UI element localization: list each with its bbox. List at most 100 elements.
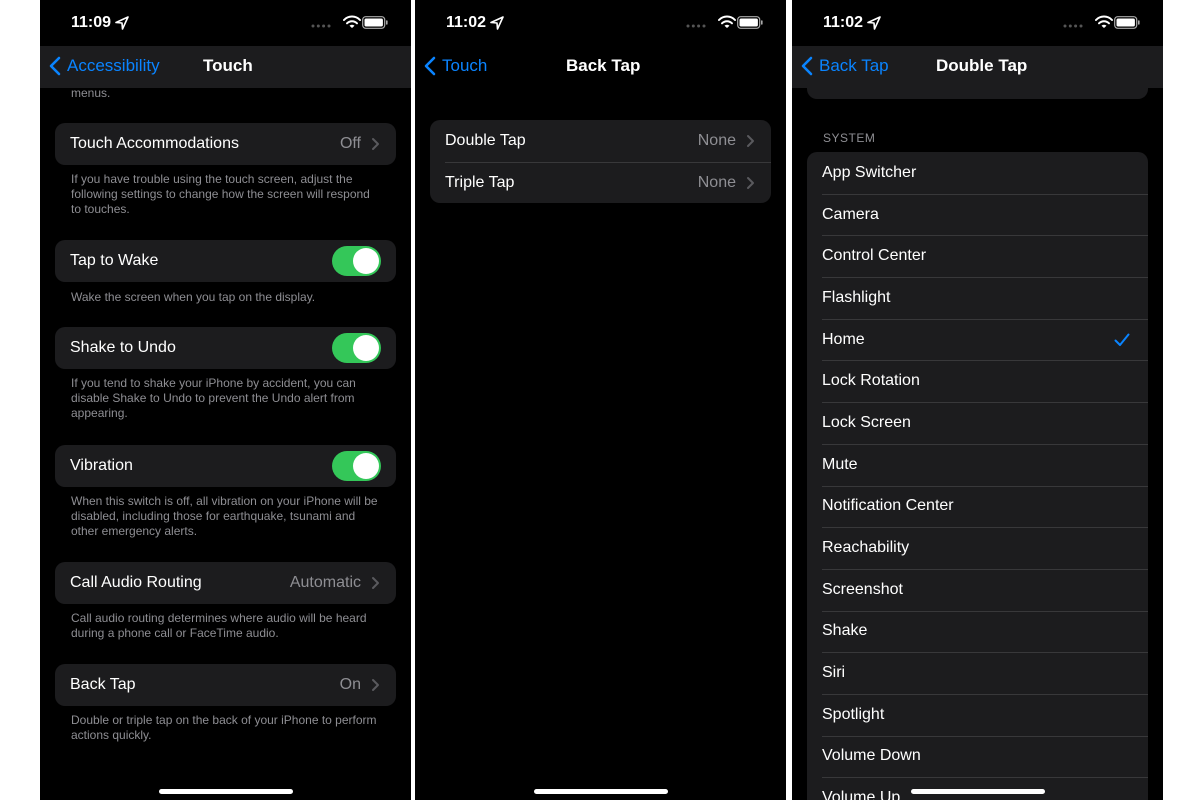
chevron-left-icon [424,56,436,76]
vibration-toggle[interactable] [332,450,381,481]
chevron-right-icon [372,678,379,691]
call-audio-routing-group: Call Audio Routing Automatic [55,562,396,604]
chevron-left-icon [49,56,61,76]
option-label: Home [822,330,865,348]
option-row[interactable]: Camera [807,193,1148,236]
status-bar: 11:02 [792,0,1163,46]
row-label: Triple Tap [445,173,515,191]
option-label: Volume Down [822,747,921,765]
previous-section-group [807,88,1148,99]
battery-icon [737,16,763,29]
tap-to-wake-row: Tap to Wake [55,240,396,282]
wifi-icon [1095,15,1113,28]
option-row[interactable]: Mute [807,443,1148,486]
page-title: Double Tap [936,56,1028,75]
double-tap-row[interactable]: Double Tap None [430,120,771,162]
call-audio-routing-row[interactable]: Call Audio Routing Automatic [55,562,396,604]
option-label: Flashlight [822,288,891,306]
status-time: 11:02 [823,14,864,31]
home-indicator[interactable] [533,789,668,794]
option-row[interactable]: Notification Center [807,485,1148,528]
option-label: Lock Screen [822,413,911,431]
option-row[interactable]: Volume Down [807,735,1148,778]
row-label: Tap to Wake [70,251,159,269]
row-label: Shake to Undo [70,338,176,356]
row-label: Call Audio Routing [70,573,202,591]
option-row[interactable]: Lock Rotation [807,360,1148,402]
option-row[interactable]: Siri [807,652,1148,694]
cellular-signal-icon [311,24,331,28]
home-indicator[interactable] [158,789,293,794]
wifi-icon [343,15,361,28]
shake-to-undo-footer: If you tend to shake your iPhone by acci… [71,376,356,420]
option-row[interactable]: Flashlight [807,277,1148,319]
tap-to-wake-toggle[interactable] [332,245,381,276]
status-time: 11:09 [71,14,112,31]
row-value: Automatic [289,573,361,591]
settings-list: menus. Touch Accommodations Off If you h… [40,88,411,800]
shake-to-undo-row: Shake to Undo [55,327,396,369]
cellular-signal-icon [1063,24,1083,28]
back-tap-options-group: Double Tap None Triple Tap None [430,120,771,204]
vibration-row: Vibration [55,445,396,487]
chevron-right-icon [372,576,379,589]
row-value: Off [339,134,361,152]
call-audio-routing-footer: Call audio routing determines where audi… [71,611,367,640]
option-label: Shake [822,622,868,640]
option-label: Notification Center [822,497,954,515]
row-value: None [697,173,736,191]
back-tap-row[interactable]: Back Tap On [55,664,396,706]
touch-accommodations-group: Touch Accommodations Off [55,123,396,165]
back-button-label: Touch [442,56,488,75]
wifi-icon [718,15,736,28]
cellular-signal-icon [686,24,706,28]
row-value: On [339,675,361,693]
home-indicator[interactable] [910,789,1045,794]
vibration-footer: When this switch is off, all vibration o… [71,494,378,538]
section-header-system: SYSTEM [823,131,876,145]
system-actions-group: App Switcher Camera Control Center Flashlig… [807,152,1148,800]
toggle-knob [353,247,379,274]
option-row[interactable]: Screenshot [807,568,1148,611]
status-bar: 11:02 [415,0,786,46]
option-row[interactable]: Spotlight [807,693,1148,736]
checkmark-icon [1114,333,1130,346]
shake-to-undo-toggle[interactable] [332,332,381,363]
option-row[interactable]: Shake [807,610,1148,653]
option-label: App Switcher [822,163,917,181]
chevron-right-icon [747,176,754,189]
back-button-label: Back Tap [819,56,889,75]
back-button-touch[interactable]: Touch [423,54,487,78]
option-label: Siri [822,664,846,682]
option-row[interactable]: Home [807,318,1148,361]
option-row[interactable]: Control Center [807,235,1148,277]
row-label: Back Tap [70,675,136,693]
chevron-left-icon [801,56,813,76]
battery-icon [362,16,388,29]
option-label: Control Center [822,247,927,265]
back-button-back-tap[interactable]: Back Tap [800,54,889,78]
option-label: Mute [822,455,858,473]
location-arrow-icon [490,16,504,30]
back-button-label: Accessibility [67,56,160,75]
chevron-right-icon [747,134,754,147]
row-label: Touch Accommodations [70,134,239,152]
vibration-group: Vibration [55,445,396,487]
chevron-right-icon [372,137,379,150]
back-button-accessibility[interactable]: Accessibility [48,54,160,78]
touch-accommodations-row[interactable]: Touch Accommodations Off [55,123,396,165]
tap-to-wake-footer: Wake the screen when you tap on the disp… [71,290,316,304]
option-row[interactable]: Lock Screen [807,402,1148,444]
back-tap-list: Double Tap None Triple Tap None [415,88,786,800]
triple-tap-row[interactable]: Triple Tap None [430,161,771,204]
action-options-list: SYSTEM App Switcher Camera Control Center F… [792,88,1163,800]
status-time: 11:02 [446,14,487,31]
option-label: Camera [822,205,879,223]
option-label: Lock Rotation [822,372,920,390]
option-row[interactable]: App Switcher [807,152,1148,194]
option-row[interactable]: Reachability [807,527,1148,569]
touch-accommodations-footer: If you have trouble using the touch scre… [71,172,370,216]
navigation-bar: Accessibility Touch [40,46,411,88]
navigation-bar: Touch Back Tap [415,46,786,88]
back-tap-footer: Double or triple tap on the back of your… [71,713,377,742]
